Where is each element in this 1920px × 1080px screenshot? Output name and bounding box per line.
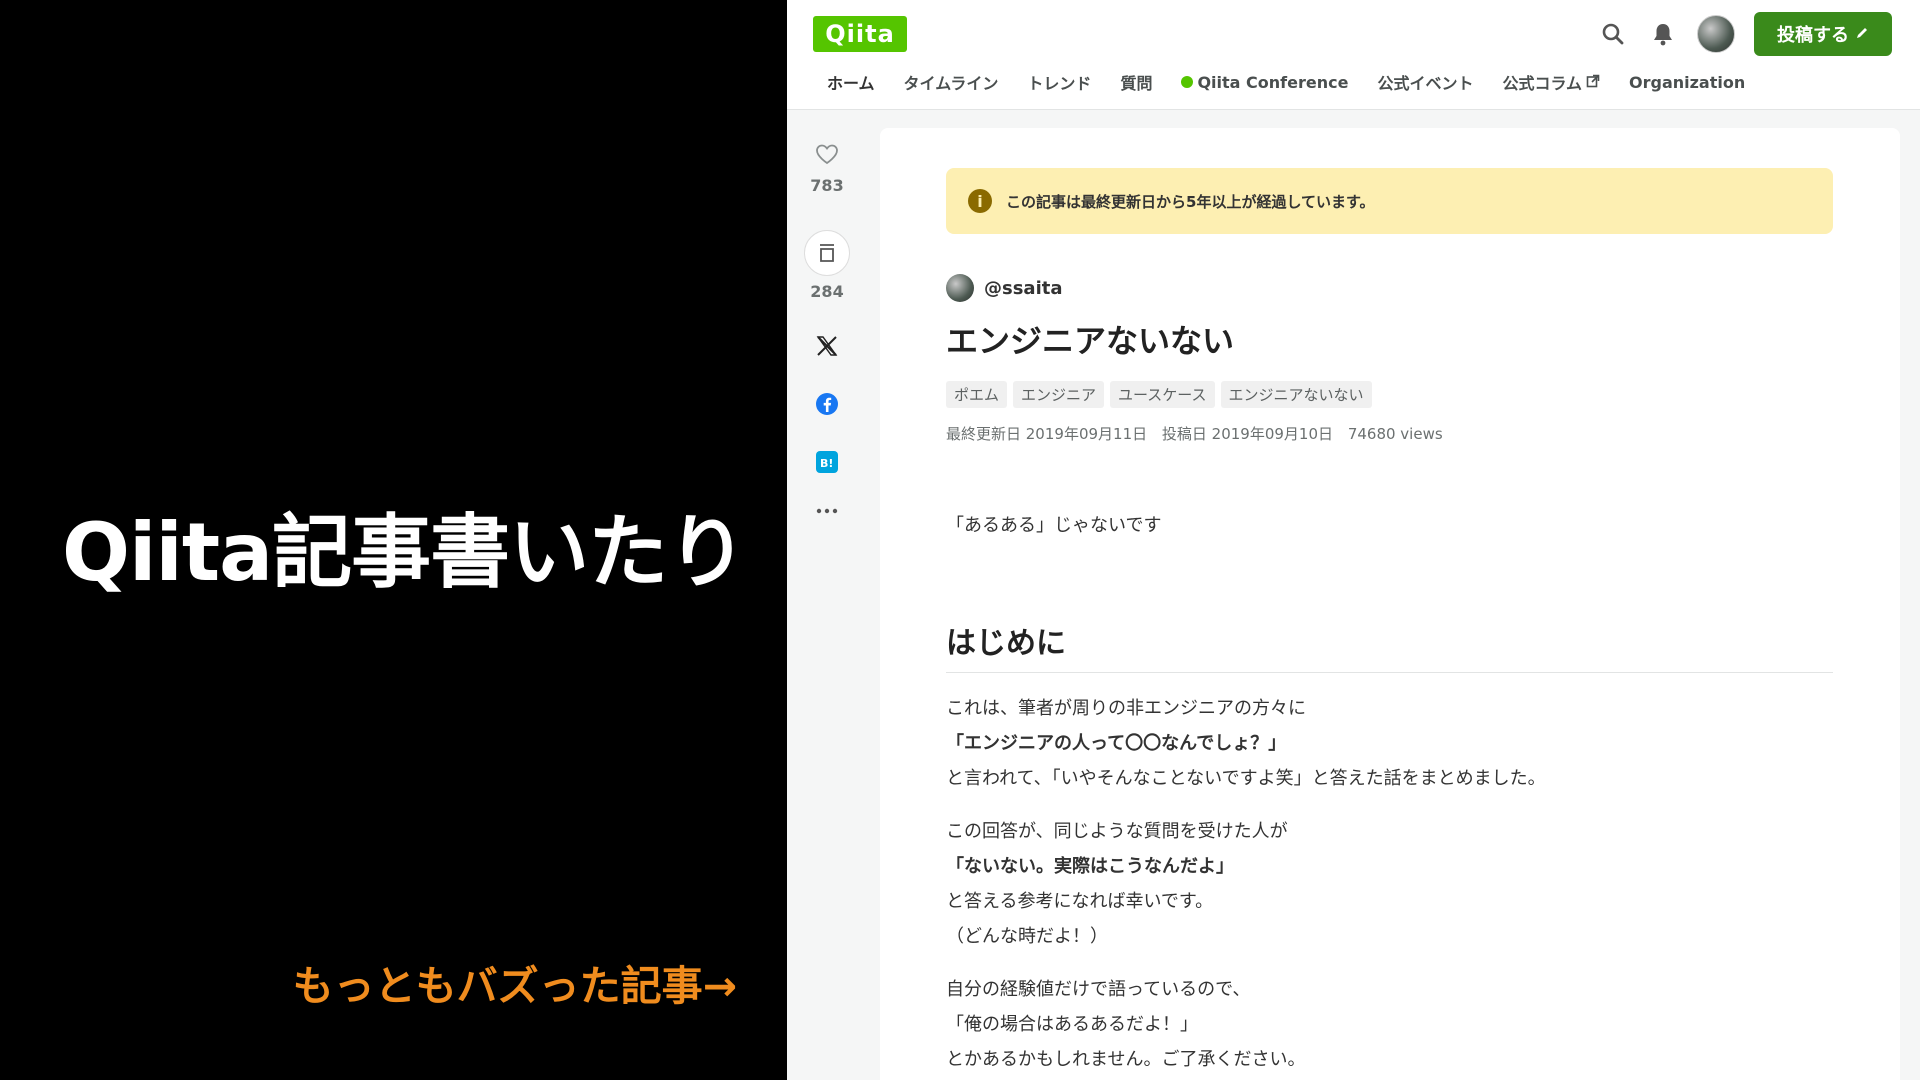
- paragraph-line-bold: 「ないない。実際はこうなんだよ」: [946, 856, 1234, 877]
- conference-icon: [1181, 76, 1194, 88]
- more-icon[interactable]: [787, 506, 867, 516]
- search-icon[interactable]: [1599, 20, 1627, 48]
- nav-trend[interactable]: トレンド: [1027, 70, 1091, 94]
- section-heading: はじめに: [946, 618, 1833, 673]
- like-count: 783: [810, 176, 844, 195]
- slide-caption: もっともバズった記事→: [292, 962, 737, 1010]
- qiita-logo[interactable]: Qiita: [813, 16, 907, 52]
- site-header: Qiita 投稿する ホーム タイムライン トレンド 質問 Qiita Conf…: [787, 0, 1920, 110]
- view-count: 74680 views: [1347, 425, 1443, 443]
- author-name: @ssaita: [984, 277, 1063, 299]
- paragraph-line: 「俺の場合はあるあるだよ！」: [946, 1014, 1198, 1035]
- slide-left-panel: Qiita記事書いたり もっともバズった記事→: [0, 0, 787, 1080]
- article-meta: 最終更新日 2019年09月11日 投稿日 2019年09月10日 74680 …: [946, 423, 1453, 444]
- updated-date: 最終更新日 2019年09月11日: [946, 425, 1148, 443]
- paragraph-line-bold: 「エンジニアの人って〇〇なんでしょ？」: [946, 733, 1287, 754]
- stock-count: 284: [810, 282, 844, 301]
- slide: Qiita記事書いたり もっともバズった記事→ Qiita 投稿する ホーム タ…: [0, 0, 1920, 1080]
- paragraph-line: （どんな時だよ！）: [946, 926, 1108, 947]
- stock-icon: [804, 230, 850, 276]
- author[interactable]: @ssaita: [946, 274, 1063, 302]
- like-action[interactable]: 783: [787, 142, 867, 195]
- post-button[interactable]: 投稿する: [1754, 12, 1892, 56]
- stock-action[interactable]: 284: [787, 230, 867, 301]
- article-card: i この記事は最終更新日から5年以上が経過しています。 @ssaita エンジニ…: [880, 128, 1900, 1080]
- global-nav: ホーム タイムライン トレンド 質問 Qiita Conference 公式イベ…: [827, 70, 1774, 94]
- svg-text:B!: B!: [820, 457, 833, 470]
- notice-text: この記事は最終更新日から5年以上が経過しています。: [1006, 192, 1375, 211]
- tag[interactable]: エンジニア: [1013, 381, 1105, 408]
- hatena-bookmark-icon[interactable]: B!: [787, 450, 867, 474]
- paragraph-line: 自分の経験値だけで語っているので、: [946, 979, 1251, 1000]
- browser-screenshot: Qiita 投稿する ホーム タイムライン トレンド 質問 Qiita Conf…: [787, 0, 1920, 1080]
- paragraph-line: この回答が、同じような質問を受けた人が: [946, 821, 1288, 842]
- tag-list: ポエム エンジニア ユースケース エンジニアないない: [946, 381, 1372, 408]
- nav-organization[interactable]: Organization: [1629, 70, 1745, 94]
- paragraph-line: とかあるかもしれません。ご了承ください。: [946, 1049, 1306, 1070]
- external-link-icon: [1586, 73, 1600, 92]
- nav-official-events[interactable]: 公式イベント: [1377, 70, 1473, 94]
- posted-date: 投稿日 2019年09月10日: [1161, 425, 1334, 443]
- info-icon: i: [968, 189, 992, 213]
- tag[interactable]: エンジニアないない: [1220, 381, 1372, 408]
- heart-icon: [814, 142, 840, 170]
- article-body: 「あるある」じゃないです はじめに これは、筆者が周りの非エンジニアの方々に 「…: [946, 508, 1833, 1077]
- paragraph-line: と言われて、「いやそんなことないですよ笑」と答えた話をまとめました。: [946, 768, 1546, 789]
- slide-title: Qiita記事書いたり: [62, 506, 747, 599]
- x-share-icon[interactable]: [787, 334, 867, 358]
- nav-official-column-label: 公式コラム: [1502, 74, 1582, 93]
- paragraph-line: これは、筆者が周りの非エンジニアの方々に: [946, 698, 1306, 719]
- nav-qiita-conference-label: Qiita Conference: [1197, 72, 1349, 92]
- facebook-share-icon[interactable]: [787, 392, 867, 416]
- nav-timeline[interactable]: タイムライン: [904, 70, 999, 94]
- tag[interactable]: ユースケース: [1110, 381, 1215, 408]
- nav-qiita-conference[interactable]: Qiita Conference: [1181, 70, 1348, 94]
- nav-home[interactable]: ホーム: [827, 70, 875, 94]
- nav-questions[interactable]: 質問: [1120, 70, 1152, 94]
- author-avatar: [946, 274, 974, 302]
- user-avatar[interactable]: [1697, 15, 1735, 53]
- post-button-label: 投稿する: [1777, 25, 1849, 46]
- paragraph-line: と答える参考になれば幸いです。: [946, 891, 1214, 912]
- lead-text: 「あるある」じゃないです: [946, 515, 1162, 536]
- bell-icon[interactable]: [1649, 20, 1677, 48]
- article-title: エンジニアないない: [946, 322, 1235, 360]
- pencil-icon: [1855, 24, 1869, 45]
- outdated-notice: i この記事は最終更新日から5年以上が経過しています。: [946, 168, 1833, 234]
- nav-official-column[interactable]: 公式コラム: [1502, 70, 1600, 94]
- tag[interactable]: ポエム: [946, 381, 1008, 408]
